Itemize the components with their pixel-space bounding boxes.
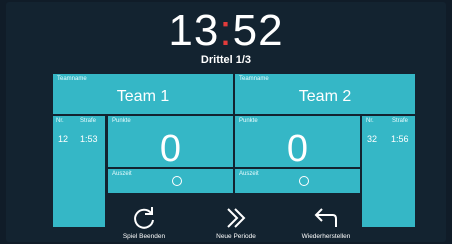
- team1-points-panel[interactable]: Punkte 0: [108, 116, 233, 170]
- team2-strafe-label: Strafe: [392, 118, 409, 124]
- double-chevron-right-icon: [227, 208, 246, 228]
- next-period-label: Neue Periode: [216, 233, 256, 240]
- next-period-button[interactable]: Neue Periode: [191, 205, 281, 240]
- team1-name-panel[interactable]: Teamname Team 1: [53, 74, 233, 114]
- team1-timeout-label: Auszeit: [112, 171, 132, 177]
- undo-arrow-icon: [314, 208, 337, 227]
- team2-name-panel[interactable]: Teamname Team 2: [235, 74, 415, 114]
- restore-label: Wiederherstellen: [301, 233, 351, 240]
- team2-timeout-label: Auszeit: [239, 171, 259, 177]
- game-clock: 13:52: [6, 8, 446, 54]
- team2-name-label: Teamname: [239, 76, 269, 82]
- team1-points-label: Punkte: [112, 118, 131, 124]
- team2-points-panel[interactable]: Punkte 0: [235, 116, 360, 170]
- refresh-icon: [134, 207, 154, 229]
- team1-penalty-nr: 12: [58, 134, 69, 144]
- restore-button[interactable]: Wiederherstellen: [281, 205, 371, 240]
- team1-timeout-panel[interactable]: Auszeit: [108, 169, 233, 193]
- team1-score: 0: [159, 128, 182, 170]
- clock-separator: :: [219, 6, 233, 55]
- team2-name: Team 2: [298, 88, 352, 105]
- period-indicator: Drittel 1/3: [200, 54, 252, 66]
- team2-nr-label: Nr.: [366, 118, 374, 124]
- team1-penalty-time: 1:53: [80, 134, 98, 144]
- end-game-button[interactable]: Spiel Beenden: [99, 205, 189, 240]
- clock-minutes: 13: [168, 6, 220, 55]
- team1-timeout-circle-icon: [171, 176, 182, 186]
- scoreboard-screen: 13:52 Drittel 1/3 Teamname Team 1 Nr. St…: [6, 2, 446, 242]
- end-game-label: Spiel Beenden: [122, 233, 166, 240]
- team2-points-label: Punkte: [239, 118, 258, 124]
- clock-seconds: 52: [232, 6, 284, 55]
- team1-strafe-label: Strafe: [80, 118, 97, 124]
- team1-name: Team 1: [116, 88, 170, 105]
- team2-timeout-panel[interactable]: Auszeit: [235, 169, 360, 193]
- team2-penalty-time: 1:56: [391, 134, 409, 144]
- team1-name-label: Teamname: [57, 76, 87, 82]
- team1-penalty-panel[interactable]: Nr. Strafe 12 1:53: [53, 116, 105, 227]
- team2-score: 0: [286, 128, 309, 170]
- team1-nr-label: Nr.: [56, 118, 64, 124]
- team2-penalty-nr: 32: [367, 134, 378, 144]
- team2-timeout-circle-icon: [298, 176, 309, 186]
